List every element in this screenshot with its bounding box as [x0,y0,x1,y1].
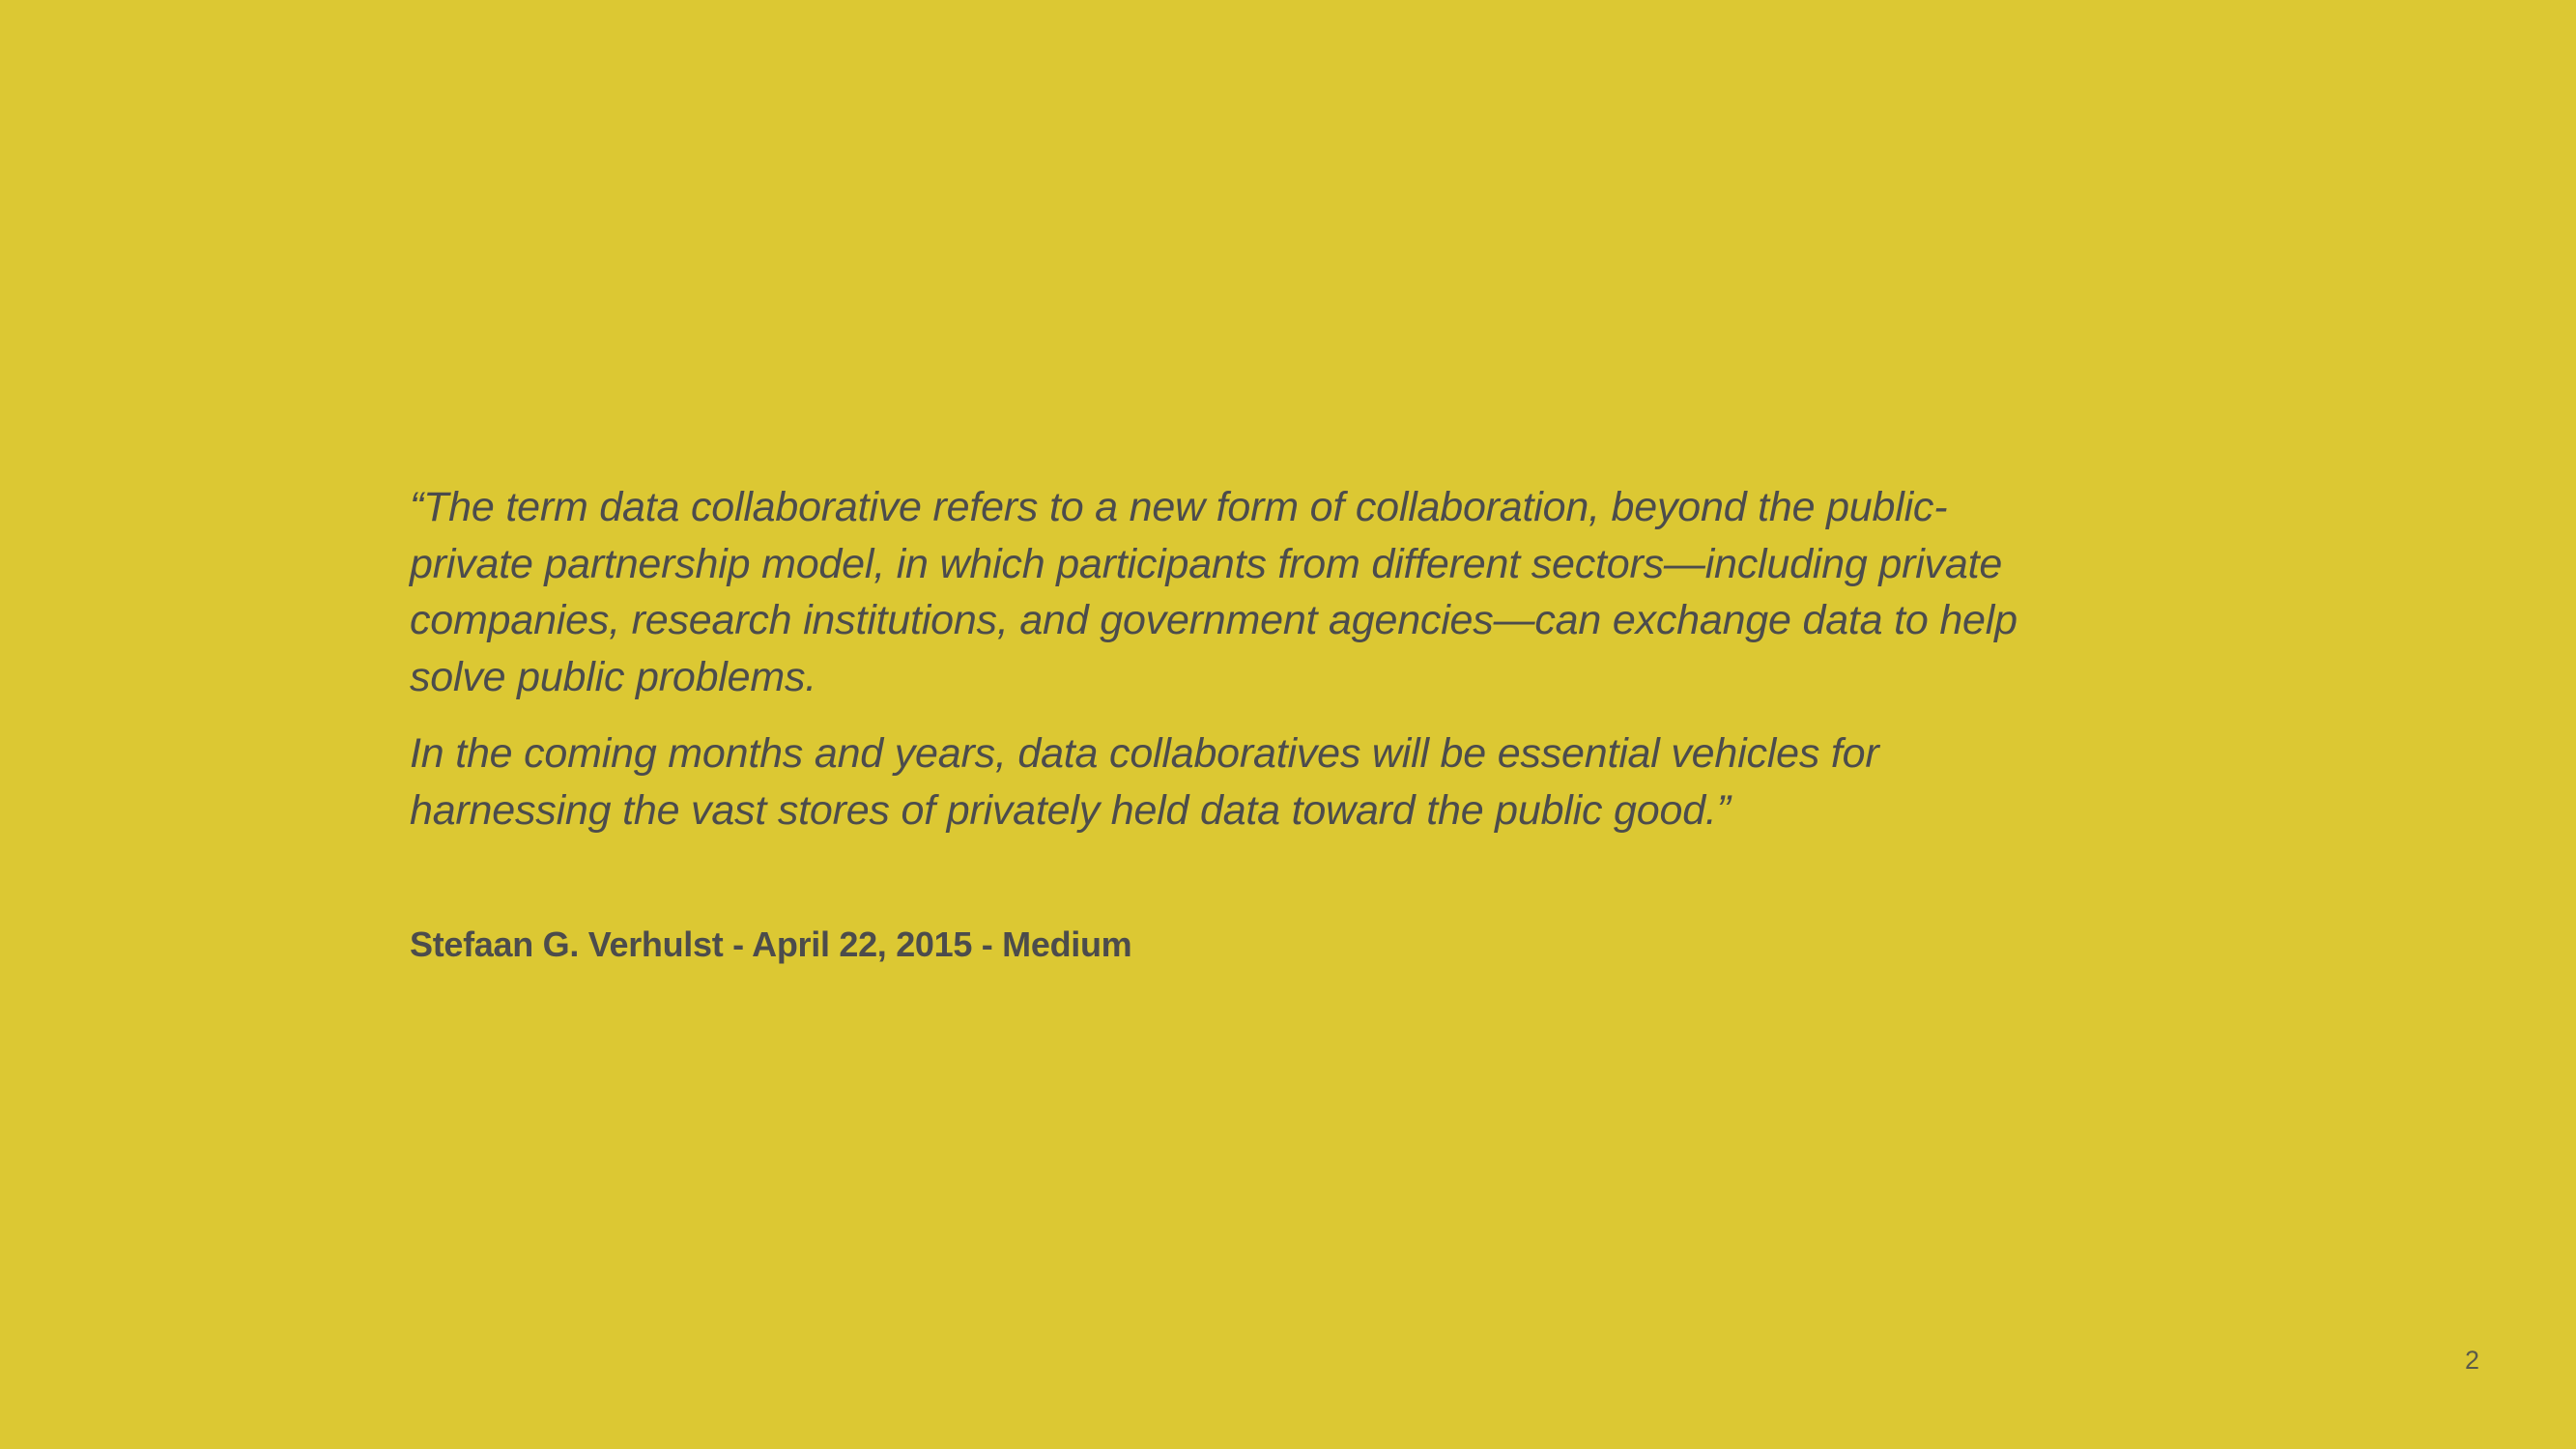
quote-block: “The term data collaborative refers to a… [410,479,2149,838]
quote-line: In the coming months and years, data col… [410,730,1879,777]
quote-line: harnessing the vast stores of privately … [410,786,1731,834]
quote-line: “The term data collaborative refers to a… [410,484,1948,530]
quote-line: private partnership model, in which part… [410,540,2003,587]
quote-paragraph-2: In the coming months and years, data col… [410,725,2149,838]
slide: “The term data collaborative refers to a… [0,0,2576,1449]
quote-line: companies, research institutions, and go… [410,597,2018,643]
quote-line: solve public problems. [410,653,817,700]
quote-attribution: Stefaan G. Verhulst - April 22, 2015 - M… [410,924,1132,964]
quote-paragraph-1: “The term data collaborative refers to a… [410,479,2149,705]
page-number: 2 [2464,1346,2479,1375]
